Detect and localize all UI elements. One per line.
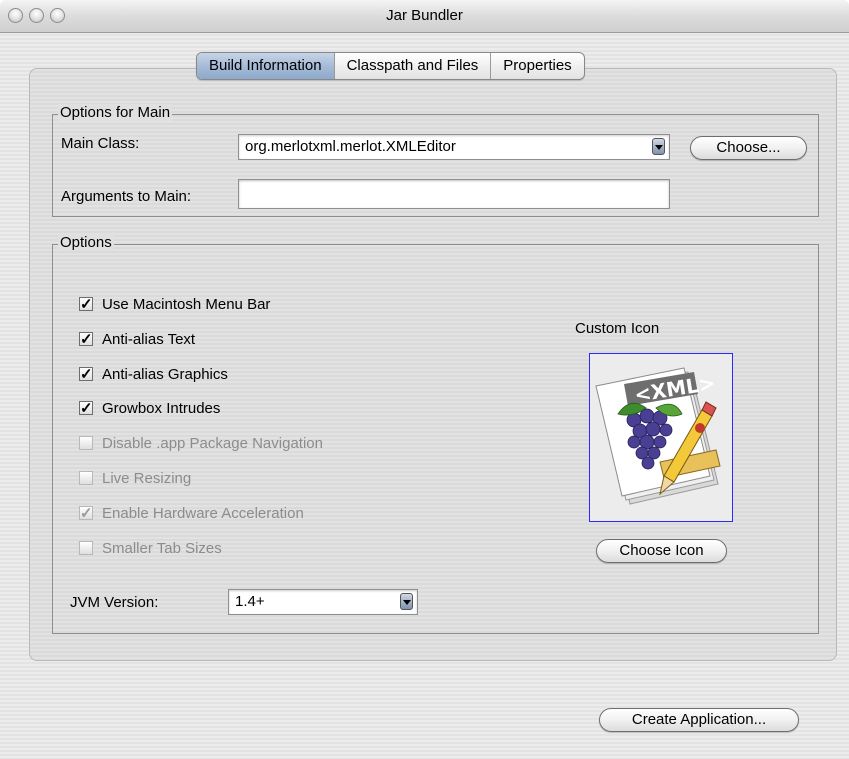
tab-classpath-and-files[interactable]: Classpath and Files: [333, 53, 491, 79]
checkbox-growbox-intrudes[interactable]: ✓ Growbox Intrudes: [79, 398, 220, 418]
xml-document-icon: <XML>: [595, 367, 721, 505]
checkbox-unchecked-icon: [79, 541, 93, 555]
checkbox-unchecked-icon: [79, 436, 93, 450]
checkbox-label: Anti-alias Graphics: [102, 365, 228, 383]
checkbox-label: Use Macintosh Menu Bar: [102, 295, 271, 313]
checkbox-checked-icon: ✓: [79, 505, 93, 522]
checkbox-checked-icon[interactable]: ✓: [79, 401, 93, 416]
options-for-main-legend: Options for Main: [58, 104, 173, 121]
checkbox-enable-hardware-acceleration: ✓ Enable Hardware Acceleration: [79, 503, 304, 523]
checkbox-anti-alias-graphics[interactable]: ✓ Anti-alias Graphics: [79, 364, 228, 384]
options-legend: Options: [58, 234, 114, 251]
jar-bundler-window: Jar Bundler Build Information Classpath …: [0, 0, 849, 759]
tab-properties[interactable]: Properties: [490, 53, 583, 79]
checkbox-unchecked-icon: [79, 471, 93, 485]
main-class-label: Main Class:: [61, 135, 140, 152]
arguments-input[interactable]: [238, 179, 670, 209]
checkbox-label: Enable Hardware Acceleration: [102, 504, 304, 522]
checkbox-checked-icon[interactable]: ✓: [79, 332, 93, 347]
checkbox-use-macintosh-menu-bar[interactable]: ✓ Use Macintosh Menu Bar: [79, 294, 270, 314]
choose-icon-button[interactable]: Choose Icon: [596, 539, 727, 563]
window-title: Jar Bundler: [386, 7, 463, 24]
custom-icon-well[interactable]: <XML>: [589, 353, 733, 522]
checkbox-label: Smaller Tab Sizes: [102, 539, 222, 557]
checkbox-checked-icon[interactable]: ✓: [79, 297, 93, 312]
checkbox-live-resizing: Live Resizing: [79, 468, 191, 488]
choose-main-class-button[interactable]: Choose...: [690, 136, 807, 160]
arguments-label: Arguments to Main:: [61, 188, 192, 205]
checkbox-smaller-tab-sizes: Smaller Tab Sizes: [79, 538, 222, 558]
title-bar[interactable]: Jar Bundler: [0, 0, 849, 33]
checkbox-checked-icon[interactable]: ✓: [79, 367, 93, 382]
main-class-combobox[interactable]: org.merlotxml.merlot.XMLEditor: [238, 134, 670, 160]
checkbox-anti-alias-text[interactable]: ✓ Anti-alias Text: [79, 329, 195, 349]
create-application-button[interactable]: Create Application...: [599, 708, 799, 732]
jvm-version-label: JVM Version:: [70, 594, 159, 611]
jvm-version-combobox[interactable]: 1.4+: [228, 589, 418, 615]
jvm-version-value: 1.4+: [235, 593, 265, 610]
tab-bar: Build Information Classpath and Files Pr…: [196, 52, 585, 80]
tab-build-information[interactable]: Build Information: [197, 53, 334, 79]
checkbox-label: Growbox Intrudes: [102, 399, 221, 417]
dropdown-arrow-icon[interactable]: [652, 138, 665, 155]
custom-icon-label: Custom Icon: [575, 320, 660, 337]
dropdown-arrow-icon[interactable]: [400, 593, 413, 610]
checkbox-label: Live Resizing: [102, 469, 192, 487]
checkbox-label: Disable .app Package Navigation: [102, 434, 323, 452]
checkbox-label: Anti-alias Text: [102, 330, 196, 348]
main-class-value: org.merlotxml.merlot.XMLEditor: [245, 138, 456, 155]
checkbox-disable-app-package-navigation: Disable .app Package Navigation: [79, 433, 323, 453]
